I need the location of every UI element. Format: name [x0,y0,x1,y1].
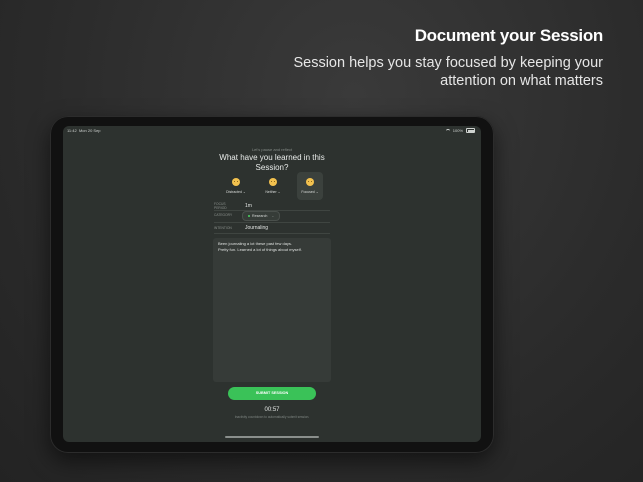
marketing-subline: Session helps you stay focused by keepin… [293,55,603,89]
session-notes-textarea[interactable]: Been journaling a lot these past few day… [213,238,331,382]
app-screen: 11:42 Mon 20 Sep 100% Let's pause and re… [63,126,481,442]
timer-note: Inactivity countdown to automatically su… [234,415,310,419]
mood-option-distracted[interactable]: Distracted ⌄ [223,172,249,200]
category-label: CATEGORY [214,213,233,217]
status-indicators: 100% [445,128,475,133]
status-time: 11:42 Mon 20 Sep [67,128,101,133]
mood-option-focused[interactable]: Focused ⌄ [297,172,323,200]
intention-label: INTENTION [214,226,232,230]
wifi-icon [445,128,450,133]
mood-label: Focused ⌄ [301,190,319,194]
reflection-question: What have you learned in this Session? [63,153,481,173]
mood-label: Distracted ⌄ [226,190,246,194]
focus-period-label: FOCUS PERIOD [214,202,227,210]
field-divider [214,222,330,223]
status-clock: 11:42 [67,128,77,133]
category-value: Research [252,214,268,218]
smiling-face-icon [306,178,314,186]
neutral-face-icon [232,178,240,186]
intention-input[interactable]: Journaling [245,225,268,231]
question-text: What have you learned in this Session? [219,153,325,172]
submit-session-button[interactable]: SUBMIT SESSION [228,387,316,400]
category-color-dot [248,215,250,217]
inactivity-timer: 00:57 [264,407,280,413]
mood-label: Neither ⌄ [265,190,281,194]
ipad-device-frame: 11:42 Mon 20 Sep 100% Let's pause and re… [50,116,494,453]
status-date: Mon 20 Sep [78,128,101,133]
battery-icon [466,128,475,133]
neutral-face-icon [269,178,277,186]
chevron-down-icon: ⌄ [271,214,275,218]
focus-period-value: 1m [245,203,252,209]
session-notes-text: Been journaling a lot these past few day… [218,241,302,252]
mood-selector: Distracted ⌄ Neither ⌄ Focused ⌄ [223,172,323,204]
marketing-headline: Document your Session [414,26,604,45]
field-divider [214,233,330,234]
battery-percent: 100% [452,128,463,133]
category-dropdown[interactable]: Research ⌄ [242,211,281,221]
reflection-prompt: Let's pause and reflect [251,147,293,152]
home-indicator[interactable] [225,436,319,438]
status-bar: 11:42 Mon 20 Sep 100% [63,126,481,135]
mood-option-neither[interactable]: Neither ⌄ [260,172,286,200]
